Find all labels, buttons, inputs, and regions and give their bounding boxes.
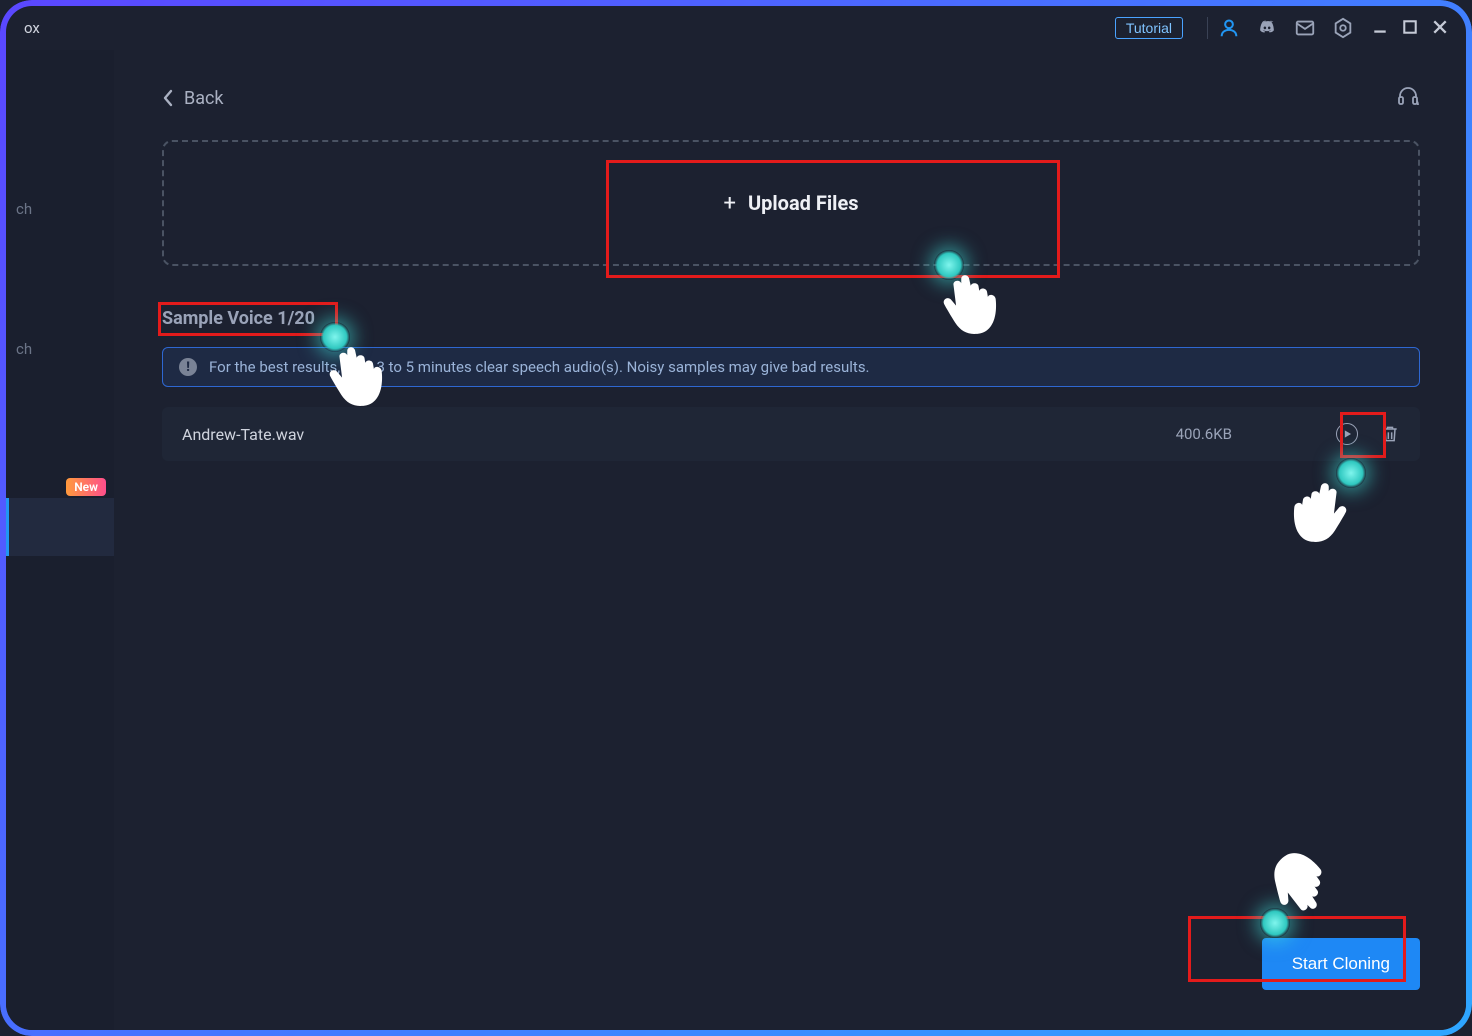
main-panel: Back + Upload Files Sample Voice 1/20 ! … xyxy=(114,50,1466,1030)
sidebar-item[interactable]: ch xyxy=(6,90,114,230)
info-icon: ! xyxy=(179,358,197,376)
sidebar: ch ch New xyxy=(6,50,114,1030)
separator xyxy=(1207,17,1208,39)
new-badge: New xyxy=(66,478,106,496)
upload-label: Upload Files xyxy=(748,191,859,215)
sidebar-item-label: ch xyxy=(16,340,32,358)
info-banner: ! For the best results, p ad 3 to 5 minu… xyxy=(162,347,1420,387)
settings-hex-icon[interactable] xyxy=(1332,17,1354,39)
minimize-button[interactable] xyxy=(1372,19,1388,38)
discord-icon[interactable] xyxy=(1256,17,1278,39)
tutorial-button[interactable]: Tutorial xyxy=(1115,17,1183,39)
sidebar-item-label: ch xyxy=(16,200,32,218)
chevron-left-icon xyxy=(162,89,174,107)
sidebar-item[interactable]: ch xyxy=(6,230,114,370)
file-row: Andrew-Tate.wav 400.6KB xyxy=(162,407,1420,461)
info-text: For the best results, p ad 3 to 5 minute… xyxy=(209,358,870,376)
app-title: ox xyxy=(24,19,40,37)
close-button[interactable] xyxy=(1432,19,1448,38)
maximize-button[interactable] xyxy=(1402,19,1418,38)
start-cloning-button[interactable]: Start Cloning xyxy=(1262,938,1420,990)
upload-dropzone[interactable]: + Upload Files xyxy=(162,140,1420,266)
headphones-icon[interactable] xyxy=(1396,84,1420,112)
mail-icon[interactable] xyxy=(1294,17,1316,39)
titlebar: ox Tutorial xyxy=(6,6,1466,50)
plus-icon: + xyxy=(723,191,735,216)
sidebar-item-active[interactable]: New xyxy=(6,370,114,510)
play-button[interactable] xyxy=(1336,423,1358,445)
back-button[interactable]: Back xyxy=(162,88,224,109)
section-title: Sample Voice 1/20 xyxy=(162,308,1420,329)
delete-button[interactable] xyxy=(1380,423,1400,445)
user-icon[interactable] xyxy=(1218,17,1240,39)
file-name: Andrew-Tate.wav xyxy=(182,425,1160,444)
back-label: Back xyxy=(184,88,224,109)
file-size: 400.6KB xyxy=(1176,425,1232,443)
